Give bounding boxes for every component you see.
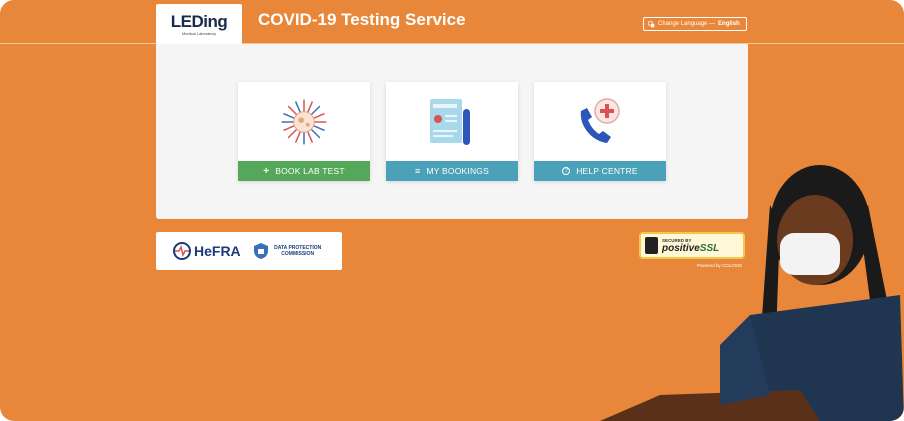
shield-icon [253,243,268,259]
change-language-button[interactable]: Change Language — English [643,17,747,31]
logo-subtext: Medical Laboratory [181,30,217,36]
language-label: Change Language — [658,21,716,27]
hefra-mark-icon [173,242,191,260]
dpc-logo: DATA PROTECTION COMMISSION [253,242,323,260]
my-bookings-button[interactable]: ≡ MY BOOKINGS [386,161,518,181]
person-photo [600,165,904,421]
dpc-text: DATA PROTECTION COMMISSION [274,245,322,257]
book-lab-test-card[interactable]: + BOOK LAB TEST [238,82,370,181]
my-bookings-card[interactable]: ≡ MY BOOKINGS [386,82,518,181]
plus-icon: + [263,165,270,177]
translate-icon [648,20,655,27]
logo[interactable]: LEDing Medical Laboratory [156,4,242,44]
phone-medical-icon [580,97,620,143]
page-title: COVID-19 Testing Service [258,10,466,29]
book-lab-test-button[interactable]: + BOOK LAB TEST [238,161,370,181]
list-icon: ≡ [415,166,421,176]
logo-text: LEDing [170,11,228,31]
page-frame: LEDing Medical Laboratory COVID-19 Testi… [0,0,904,421]
partner-logos: HeFRA DATA PROTECTION COMMISSION [156,232,342,270]
test-report-icon [430,98,470,145]
my-bookings-label: MY BOOKINGS [426,166,489,176]
hefra-text: HeFRA [194,243,241,259]
virus-icon [281,99,327,144]
book-lab-test-label: BOOK LAB TEST [275,166,345,176]
question-circle-icon: ? [562,167,571,175]
hefra-logo: HeFRA [172,242,241,260]
language-value: English [718,21,740,27]
